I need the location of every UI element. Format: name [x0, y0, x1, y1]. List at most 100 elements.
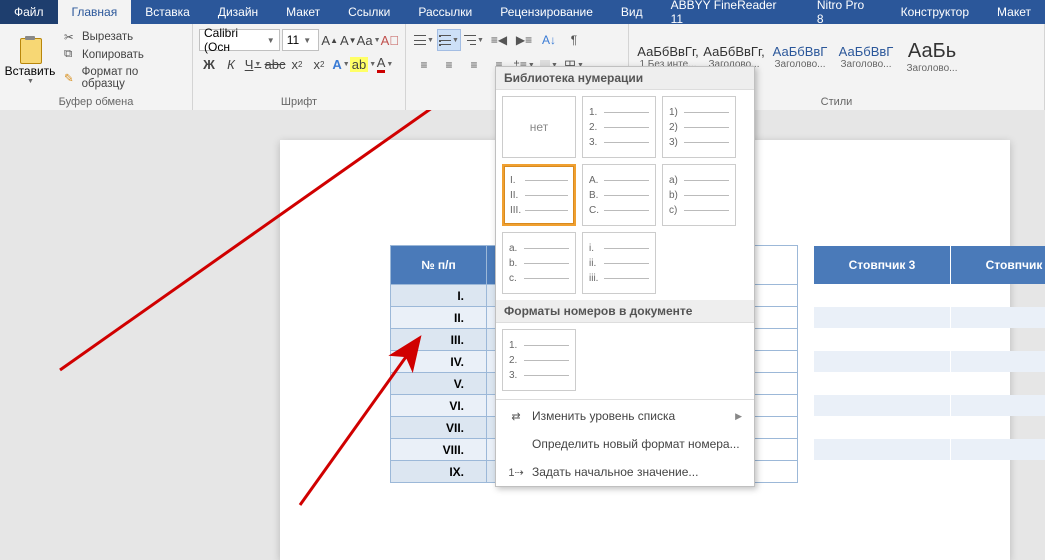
- show-marks-button[interactable]: ¶: [562, 29, 586, 51]
- style-name: Заголово...: [907, 63, 958, 74]
- numbering-style-option[interactable]: 1)2)3): [662, 96, 736, 158]
- decrease-indent-button[interactable]: ≡◀: [487, 29, 511, 51]
- font-size-combo[interactable]: 11▼: [282, 29, 320, 51]
- tab-layout2[interactable]: Макет: [983, 0, 1045, 24]
- underline-button[interactable]: Ч▼: [243, 54, 263, 74]
- style-sample: АаБбВвГ: [773, 44, 828, 59]
- tab-layout[interactable]: Макет: [272, 0, 334, 24]
- cell-num: IX.: [391, 461, 487, 483]
- cell-col4: [951, 461, 1045, 483]
- grow-font-button[interactable]: A▲: [321, 30, 338, 50]
- num-line: [604, 180, 649, 181]
- num-line: [684, 112, 729, 113]
- numbering-style-option[interactable]: 1.2.3.: [502, 329, 576, 391]
- num-label: 2.: [589, 122, 601, 133]
- num-label: I.: [510, 175, 522, 186]
- define-new-format-label: Определить новый формат номера...: [532, 437, 740, 451]
- numbering-style-none[interactable]: нет: [502, 96, 576, 158]
- paste-button[interactable]: Вставить ▼: [6, 36, 54, 85]
- tab-mailings[interactable]: Рассылки: [404, 0, 486, 24]
- num-line: [684, 142, 729, 143]
- cell-col4: [951, 351, 1045, 373]
- change-list-level-item[interactable]: ⇄ Изменить уровень списка ▶: [496, 402, 754, 430]
- group-label-clipboard: Буфер обмена: [6, 94, 186, 108]
- sort-button[interactable]: A↓: [537, 29, 561, 51]
- strike-button[interactable]: abc: [265, 54, 285, 74]
- num-line: [604, 127, 649, 128]
- align-right-button[interactable]: ≡: [462, 54, 486, 76]
- num-line: [684, 180, 729, 181]
- num-line: [604, 263, 649, 264]
- tab-home[interactable]: Главная: [58, 0, 132, 24]
- cell-num: II.: [391, 307, 487, 329]
- chevron-down-icon: ▼: [267, 36, 275, 45]
- italic-button[interactable]: К: [221, 54, 241, 74]
- font-name-combo[interactable]: Calibri (Осн ▼: [199, 29, 280, 51]
- tab-insert[interactable]: Вставка: [131, 0, 204, 24]
- paste-label: Вставить: [5, 64, 56, 78]
- cell-num: IV.: [391, 351, 487, 373]
- style-item[interactable]: АаБбВвГЗаголово...: [833, 27, 899, 87]
- num-line: [525, 195, 568, 196]
- tab-constructor[interactable]: Конструктор: [887, 0, 983, 24]
- define-new-format-item[interactable]: Определить новый формат номера...: [496, 430, 754, 458]
- numbering-style-option[interactable]: A.B.C.: [582, 164, 656, 226]
- num-line: [684, 195, 729, 196]
- tab-nitro[interactable]: Nitro Pro 8: [803, 0, 887, 24]
- change-case-button[interactable]: Aa▼: [359, 30, 379, 50]
- cut-button[interactable]: ✂ Вырезать: [60, 28, 186, 46]
- numbering-button[interactable]: ▼: [437, 29, 461, 51]
- tab-review[interactable]: Рецензирование: [486, 0, 607, 24]
- copy-button[interactable]: ⧉Копировать: [60, 46, 186, 64]
- num-line: [524, 278, 569, 279]
- num-line: [604, 195, 649, 196]
- multilevel-button[interactable]: ▼: [462, 29, 486, 51]
- num-label: a): [669, 175, 681, 186]
- copy-label: Копировать: [82, 49, 144, 61]
- tab-references[interactable]: Ссылки: [334, 0, 404, 24]
- numbering-dropdown: Библиотека нумерации нет1.2.3.1)2)3)I.II…: [495, 66, 755, 487]
- cut-label: Вырезать: [82, 31, 133, 43]
- numbering-style-option[interactable]: i.ii.iii.: [582, 232, 656, 294]
- format-painter-button[interactable]: ✎Формат по образцу: [60, 64, 186, 92]
- numbering-style-option[interactable]: I.II.III.: [502, 164, 576, 226]
- highlight-button[interactable]: ab▼: [353, 54, 373, 74]
- num-line: [604, 278, 649, 279]
- bullets-button[interactable]: ▼: [412, 29, 436, 51]
- text-effects-button[interactable]: A▼: [331, 54, 351, 74]
- font-color-button[interactable]: A▼: [375, 54, 395, 74]
- brush-icon: ✎: [64, 71, 78, 85]
- numbering-style-option[interactable]: a.b.c.: [502, 232, 576, 294]
- clear-format-button[interactable]: A⃠: [381, 30, 399, 50]
- set-start-value-item[interactable]: 1⇢ Задать начальное значение...: [496, 458, 754, 486]
- num-line: [524, 263, 569, 264]
- tab-abbyy[interactable]: ABBYY FineReader 11: [657, 0, 803, 24]
- num-label: iii.: [589, 273, 601, 284]
- cell-num: VI.: [391, 395, 487, 417]
- align-left-button[interactable]: ≡: [412, 54, 436, 76]
- align-center-button[interactable]: ≡: [437, 54, 461, 76]
- num-line: [525, 210, 568, 211]
- style-item[interactable]: АаБьЗаголово...: [899, 27, 965, 87]
- style-item[interactable]: АаБбВвГЗаголово...: [767, 27, 833, 87]
- cell-num: I.: [391, 285, 487, 307]
- numbering-style-option[interactable]: 1.2.3.: [582, 96, 656, 158]
- tab-design[interactable]: Дизайн: [204, 0, 272, 24]
- shrink-font-button[interactable]: A▼: [340, 30, 357, 50]
- num-label: C.: [589, 205, 601, 216]
- bold-button[interactable]: Ж: [199, 54, 219, 74]
- numbering-style-option[interactable]: a)b)c): [662, 164, 736, 226]
- superscript-button[interactable]: x2: [309, 54, 329, 74]
- scissors-icon: ✂: [64, 30, 78, 44]
- set-start-icon: 1⇢: [508, 464, 524, 480]
- font-name-value: Calibri (Осн: [204, 26, 263, 54]
- num-label: II.: [510, 190, 522, 201]
- increase-indent-button[interactable]: ▶≡: [512, 29, 536, 51]
- cell-col4: [951, 417, 1045, 439]
- tab-view[interactable]: Вид: [607, 0, 657, 24]
- chevron-right-icon: ▶: [735, 411, 742, 422]
- style-name: Заголово...: [775, 59, 826, 70]
- cell-num: III.: [391, 329, 487, 351]
- subscript-button[interactable]: x2: [287, 54, 307, 74]
- tab-file[interactable]: Файл: [0, 0, 58, 24]
